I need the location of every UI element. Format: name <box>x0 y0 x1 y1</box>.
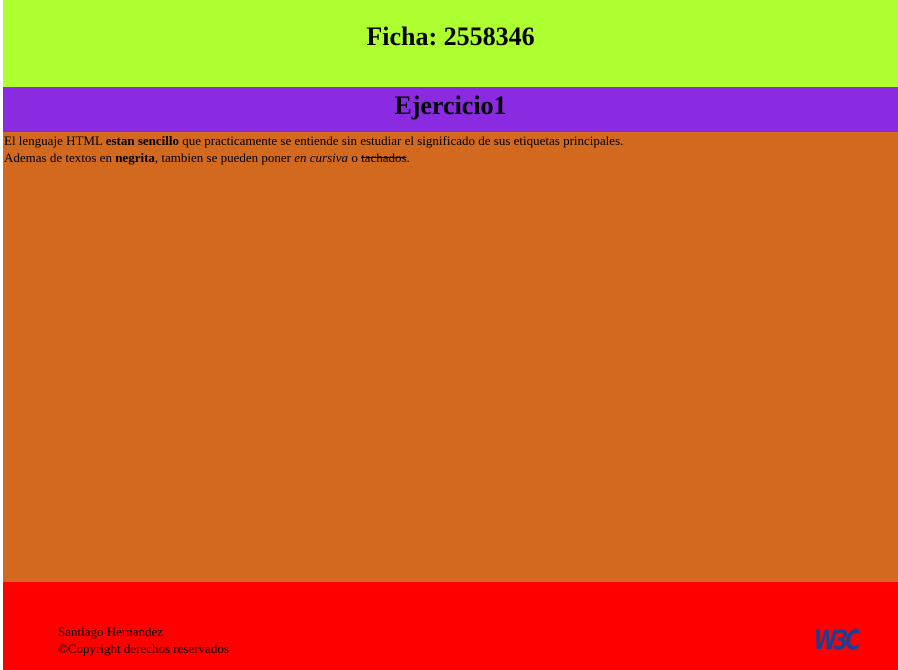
paragraph-2-italic: en cursiva <box>294 150 349 165</box>
author-name: Santiago Hernandez <box>58 624 164 639</box>
paragraph-2-text-middle: , tambien se pueden poner <box>154 150 295 165</box>
paragraph-1-text-after: que practicamente se entiende sin estudi… <box>179 133 624 148</box>
content-area: El lenguaje HTML estan sencillo que prac… <box>3 132 898 582</box>
page: Ficha: 2558346 Ejercicio1 El lenguaje HT… <box>3 0 898 670</box>
section-title: Ejercicio1 <box>394 91 507 120</box>
paragraph-2-text-before: Ademas de textos en <box>4 150 116 165</box>
paragraph-2-bold: negrita <box>115 150 155 165</box>
paragraph-2-strike: tachados <box>361 150 407 165</box>
paragraph-1: El lenguaje HTML estan sencillo que prac… <box>3 132 898 149</box>
paragraph-1-text-before: El lenguaje HTML <box>4 133 106 148</box>
paragraph-2-text-end: . <box>406 150 410 165</box>
copyright-text: ©Copyright derechos reservados <box>58 641 229 656</box>
page-title: Ficha: 2558346 <box>366 22 535 51</box>
paragraph-2-text-or: o <box>348 150 362 165</box>
paragraph-1-bold: estan sencillo <box>105 133 179 148</box>
section-title-bar: Ejercicio1 <box>3 87 898 132</box>
footer-credits: Santiago Hernandez ©Copyright derechos r… <box>58 623 229 657</box>
w3c-logo-icon[interactable]: W3C ® <box>813 622 859 654</box>
footer: Santiago Hernandez ©Copyright derechos r… <box>3 582 898 670</box>
header: Ficha: 2558346 <box>3 0 898 87</box>
paragraph-2: Ademas de textos en negrita, tambien se … <box>3 149 898 166</box>
w3c-logo-trademark: ® <box>853 626 858 633</box>
